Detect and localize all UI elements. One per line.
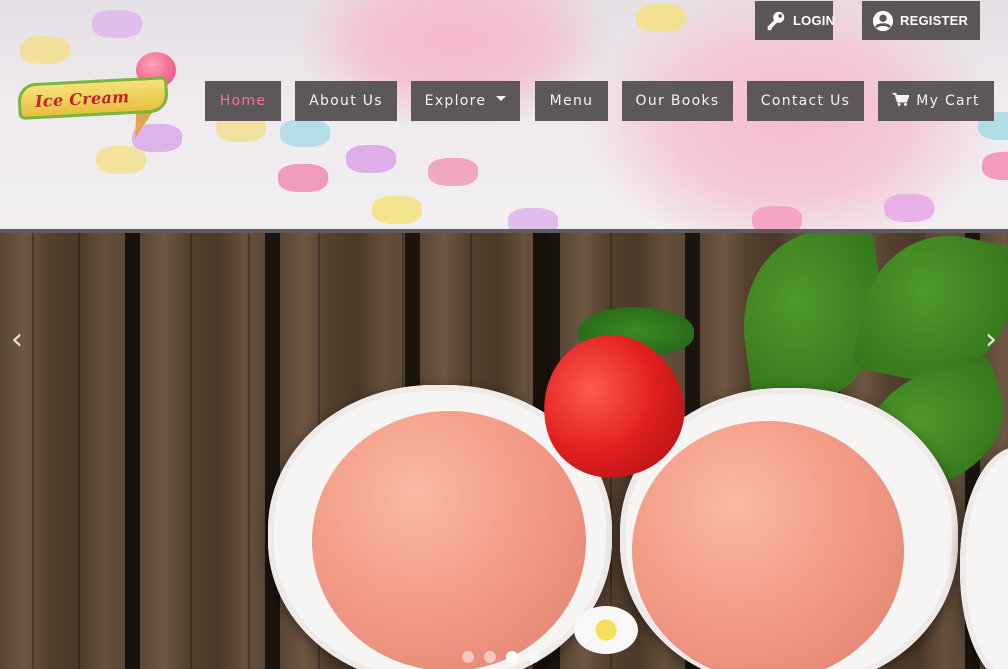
nav-contact-us[interactable]: Contact Us (747, 81, 864, 121)
background-candy (372, 196, 422, 224)
nav-my-cart[interactable]: My Cart (878, 81, 994, 121)
wood-grain (32, 233, 34, 669)
nav-home-label: Home (219, 93, 267, 109)
caret-down-icon (496, 95, 507, 101)
carousel-indicator[interactable] (462, 651, 474, 663)
background-candy (982, 152, 1008, 180)
wood-grain (78, 233, 80, 669)
wood-grain (248, 233, 250, 669)
carousel-prev-button[interactable]: ‹ (4, 320, 30, 360)
key-icon (765, 10, 787, 32)
background-candy (428, 158, 478, 186)
hero-carousel[interactable]: ‹ › (0, 233, 1008, 669)
nav-home[interactable]: Home (205, 81, 281, 121)
login-button[interactable]: LOGIN (755, 1, 836, 40)
cart-icon (892, 92, 910, 111)
nav-my-cart-label: My Cart (916, 93, 980, 109)
nav-our-books[interactable]: Our Books (622, 81, 733, 121)
nav-contact-us-label: Contact Us (760, 93, 851, 109)
background-candy (752, 206, 802, 229)
background-candy (96, 146, 146, 174)
background-candy (280, 119, 330, 147)
carousel-indicators (462, 651, 540, 663)
site-logo[interactable]: Ice Cream (12, 50, 178, 145)
background-candy (278, 164, 328, 192)
logo-text: Ice Cream (34, 86, 130, 111)
wood-plank-gap (125, 233, 140, 669)
ice-cream-scoop (312, 411, 586, 669)
site-header: Ice Cream LOGIN REGISTER Home About Us E… (0, 0, 1008, 229)
nav-menu[interactable]: Menu (535, 81, 608, 121)
ice-cream-scoop (632, 421, 904, 669)
register-label: REGISTER (900, 13, 969, 28)
user-icon (872, 10, 894, 32)
flower (574, 606, 638, 654)
background-candy (884, 194, 934, 222)
nav-explore-label: Explore (424, 93, 487, 109)
chevron-left-icon: ‹ (11, 322, 23, 357)
bowl (960, 447, 1008, 669)
carousel-indicator-active[interactable] (506, 651, 518, 663)
wood-grain (190, 233, 192, 669)
background-candy (92, 10, 142, 38)
nav-about-us-label: About Us (309, 93, 383, 109)
register-button[interactable]: REGISTER (862, 1, 980, 40)
carousel-indicator[interactable] (484, 651, 496, 663)
nav-our-books-label: Our Books (635, 93, 720, 109)
background-candy (346, 145, 396, 173)
nav-about-us[interactable]: About Us (295, 81, 397, 121)
background-candy (508, 208, 558, 229)
background-candy (636, 4, 686, 32)
login-label: LOGIN (793, 13, 836, 28)
chevron-right-icon: › (985, 322, 997, 357)
nav-explore-dropdown[interactable]: Explore (411, 81, 520, 121)
carousel-indicator[interactable] (528, 651, 540, 663)
carousel-next-button[interactable]: › (978, 320, 1004, 360)
nav-menu-label: Menu (549, 93, 594, 109)
